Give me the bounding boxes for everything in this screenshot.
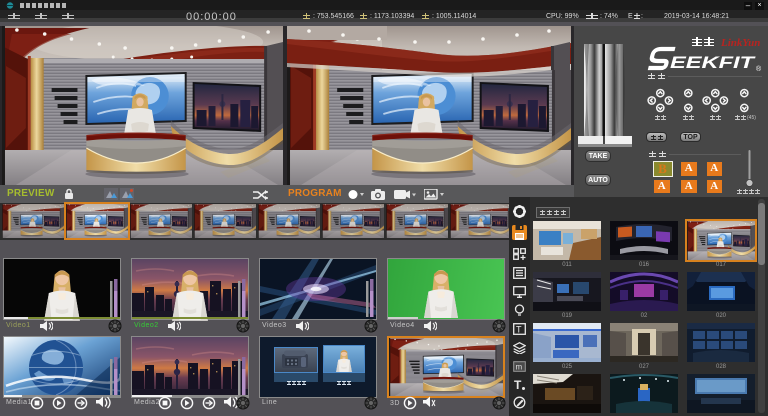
svg-text:T: T [516,325,522,335]
svg-text:T: T [514,378,522,391]
svg-text:m: m [516,363,523,372]
svg-text:EEKFIT: EEKFIT [670,53,756,72]
svg-text:®: ® [756,65,762,73]
